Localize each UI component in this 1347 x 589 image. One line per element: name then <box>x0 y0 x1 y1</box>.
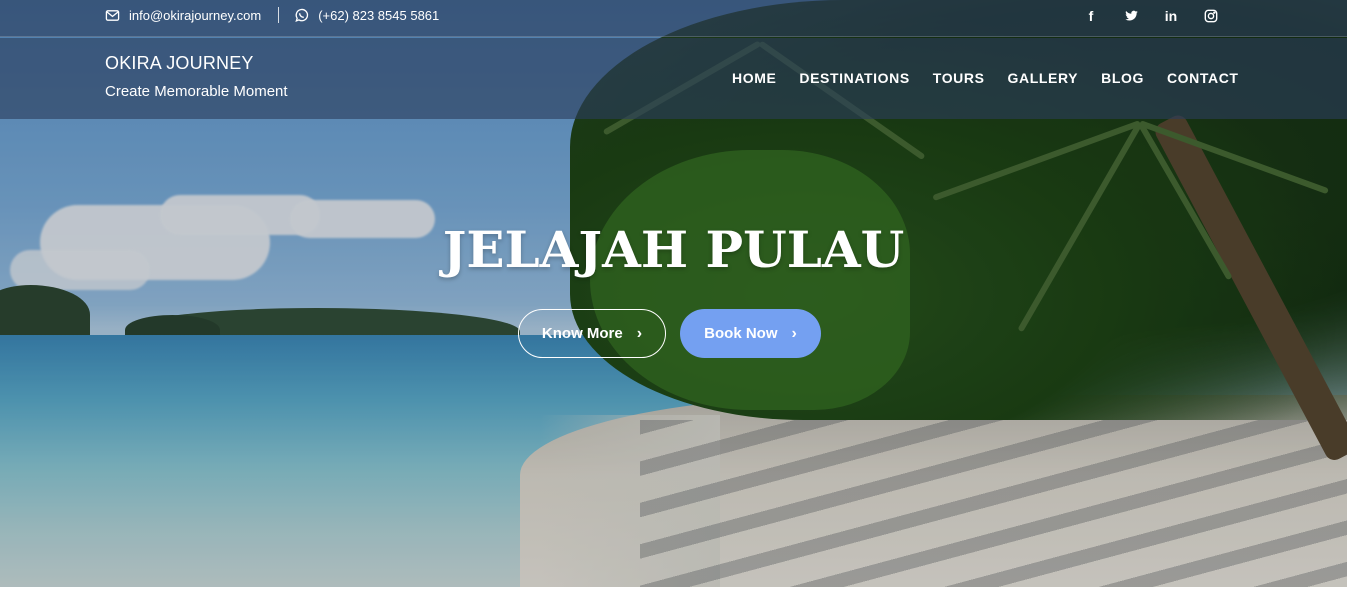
site-title[interactable]: OKIRA JOURNEY <box>105 53 254 74</box>
nav-destinations[interactable]: DESTINATIONS <box>799 70 909 86</box>
instagram-icon[interactable] <box>1202 8 1220 24</box>
book-now-button[interactable]: Book Now › <box>680 309 821 358</box>
main-nav: HOME DESTINATIONS TOURS GALLERY BLOG CON… <box>732 70 1239 86</box>
divider <box>278 7 280 23</box>
contact-info: info@okirajourney.com (+62) 823 8545 586… <box>105 7 439 23</box>
phone-contact[interactable]: (+62) 823 8545 5861 <box>294 8 439 23</box>
whatsapp-icon <box>295 8 309 22</box>
know-more-label: Know More <box>541 325 623 342</box>
site-tagline: Create Memorable Moment <box>105 83 288 100</box>
nav-gallery[interactable]: GALLERY <box>1008 70 1079 86</box>
envelope-icon <box>105 9 120 21</box>
main-navbar: OKIRA JOURNEY Create Memorable Moment HO… <box>0 38 1347 119</box>
hero-headline: JELAJAH PULAU <box>442 220 905 279</box>
email-text[interactable]: info@okirajourney.com <box>129 8 261 23</box>
know-more-button[interactable]: Know More › <box>518 309 666 358</box>
chevron-right-icon: › <box>636 324 643 342</box>
phone-text[interactable]: (+62) 823 8545 5861 <box>318 8 439 23</box>
linkedin-icon[interactable]: in <box>1162 8 1180 24</box>
nav-home[interactable]: HOME <box>732 70 776 86</box>
nav-blog[interactable]: BLOG <box>1101 70 1144 86</box>
chevron-right-icon: › <box>791 324 797 342</box>
facebook-icon[interactable]: f <box>1082 8 1100 24</box>
twitter-icon[interactable] <box>1122 8 1140 24</box>
book-now-label: Book Now <box>704 325 778 342</box>
nav-tours[interactable]: TOURS <box>933 70 985 86</box>
social-links: f in <box>1082 8 1220 24</box>
top-bar: info@okirajourney.com (+62) 823 8545 586… <box>0 0 1347 37</box>
nav-contact[interactable]: CONTACT <box>1167 70 1239 86</box>
email-contact[interactable]: info@okirajourney.com <box>105 8 261 23</box>
